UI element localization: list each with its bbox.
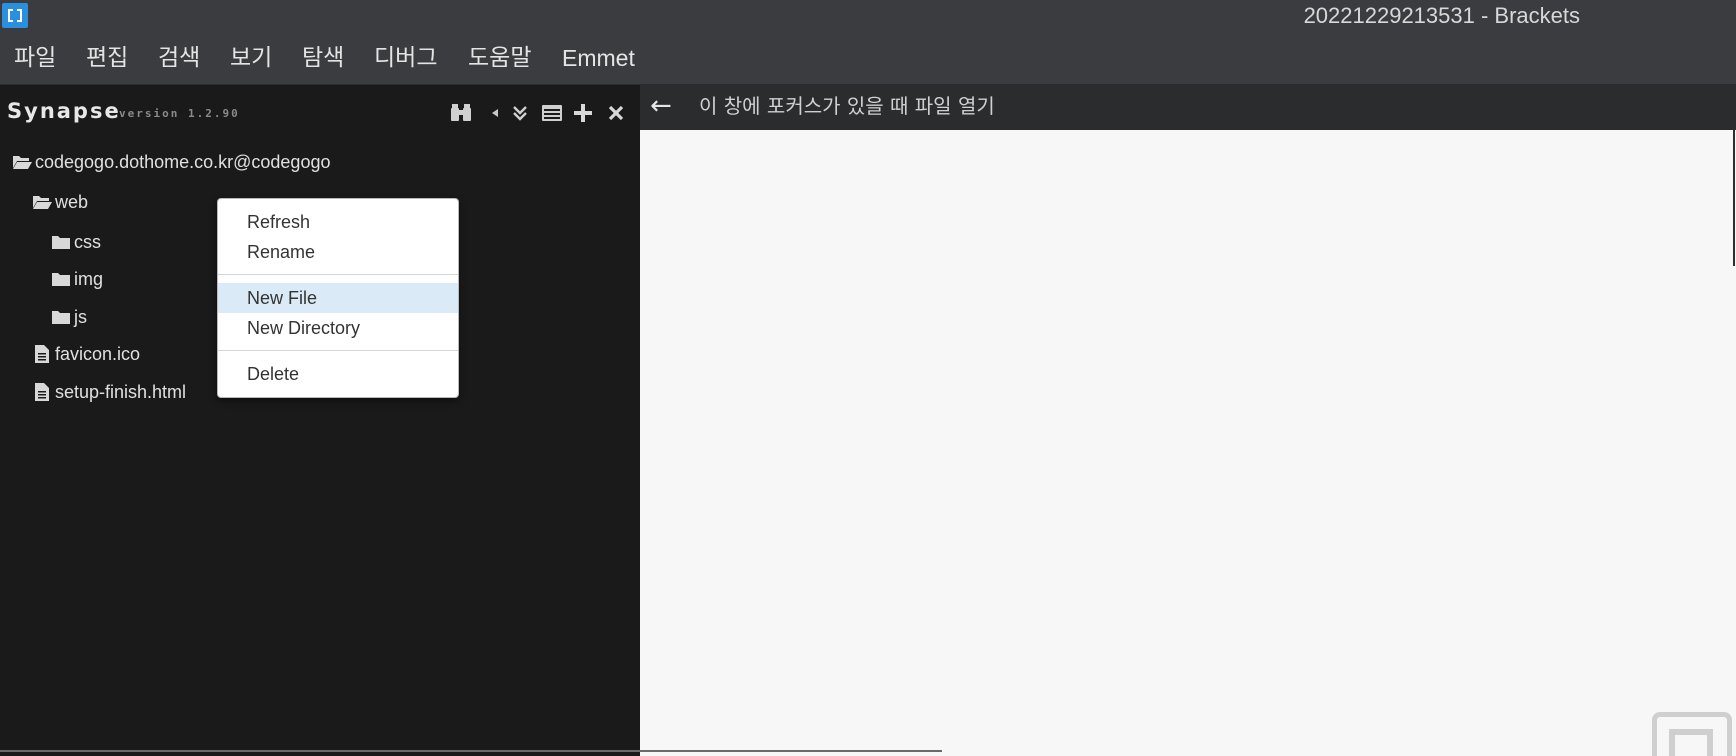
tree-item-label: web — [55, 192, 89, 212]
tree-item-label: css — [74, 232, 101, 252]
binoculars-icon[interactable] — [449, 101, 473, 125]
tree-item-css[interactable]: css — [51, 227, 101, 257]
tree-item-js[interactable]: js — [51, 302, 87, 332]
brackets-logo-icon — [2, 3, 28, 28]
synapse-title: Synapse — [7, 99, 121, 123]
back-arrow-icon[interactable]: ← — [650, 91, 672, 121]
tree-item-img[interactable]: img — [51, 264, 103, 294]
plus-icon[interactable] — [571, 101, 595, 125]
folder-icon — [51, 233, 71, 251]
synapse-sidebar: Synapse version 1.2.90 codegogo.dothome.… — [0, 85, 640, 756]
context-menu: Refresh Rename New File New Directory De… — [217, 198, 459, 398]
tree-item-web[interactable]: web — [32, 187, 88, 217]
menu-item-delete[interactable]: Delete — [218, 359, 458, 389]
window-title: 20221229213531 - Brackets — [1303, 3, 1580, 28]
menu-view[interactable]: 보기 — [228, 40, 274, 76]
list-window-icon[interactable] — [540, 101, 564, 125]
tree-item-label: img — [74, 269, 104, 289]
file-icon — [32, 345, 52, 363]
menu-item-new-file[interactable]: New File — [218, 283, 458, 313]
editor-area[interactable] — [640, 130, 1736, 756]
divider — [1733, 130, 1735, 266]
menu-help[interactable]: 도움말 — [466, 40, 533, 76]
menu-item-refresh[interactable]: Refresh — [218, 207, 458, 237]
brackets-watermark-icon — [1652, 712, 1732, 756]
tree-item-setup-finish[interactable]: setup-finish.html — [32, 377, 186, 407]
brackets-window: 20221229213531 - Brackets 파일 편집 검색 보기 탐색… — [0, 0, 1736, 756]
tree-item-label: codegogo.dothome.co.kr@codegogo — [35, 152, 331, 172]
menu-debug[interactable]: 디버그 — [372, 40, 439, 76]
menu-separator — [218, 274, 458, 275]
menu-item-rename[interactable]: Rename — [218, 237, 458, 267]
menu-separator — [218, 350, 458, 351]
folder-icon — [51, 308, 71, 326]
close-icon[interactable] — [604, 101, 628, 125]
menu-bar: 파일 편집 검색 보기 탐색 디버그 도움말 Emmet — [0, 32, 1736, 85]
double-chevron-down-icon[interactable] — [508, 101, 532, 125]
menu-navigate[interactable]: 탐색 — [300, 40, 346, 76]
menu-find[interactable]: 검색 — [156, 40, 202, 76]
synapse-version: version 1.2.90 — [119, 107, 240, 120]
tree-item-favicon[interactable]: favicon.ico — [32, 339, 140, 369]
menu-item-new-directory[interactable]: New Directory — [218, 313, 458, 343]
tree-item-root[interactable]: codegogo.dothome.co.kr@codegogo — [12, 147, 330, 177]
folder-open-icon — [12, 153, 32, 171]
title-bar: 20221229213531 - Brackets — [0, 0, 1736, 32]
caret-left-icon[interactable] — [484, 101, 508, 125]
tree-item-label: setup-finish.html — [55, 382, 187, 402]
tree-item-label: favicon.ico — [55, 344, 141, 364]
horizontal-scrollbar[interactable] — [0, 750, 942, 752]
open-file-hint: 이 창에 포커스가 있을 때 파일 열기 — [699, 94, 995, 118]
menu-edit[interactable]: 편집 — [84, 40, 130, 76]
editor-header: ← 이 창에 포커스가 있을 때 파일 열기 — [640, 85, 1736, 130]
menu-emmet[interactable]: Emmet — [560, 40, 637, 76]
folder-open-icon — [32, 193, 52, 211]
menu-file[interactable]: 파일 — [12, 40, 58, 76]
tree-item-label: js — [74, 307, 87, 327]
file-icon — [32, 383, 52, 401]
folder-icon — [51, 270, 71, 288]
